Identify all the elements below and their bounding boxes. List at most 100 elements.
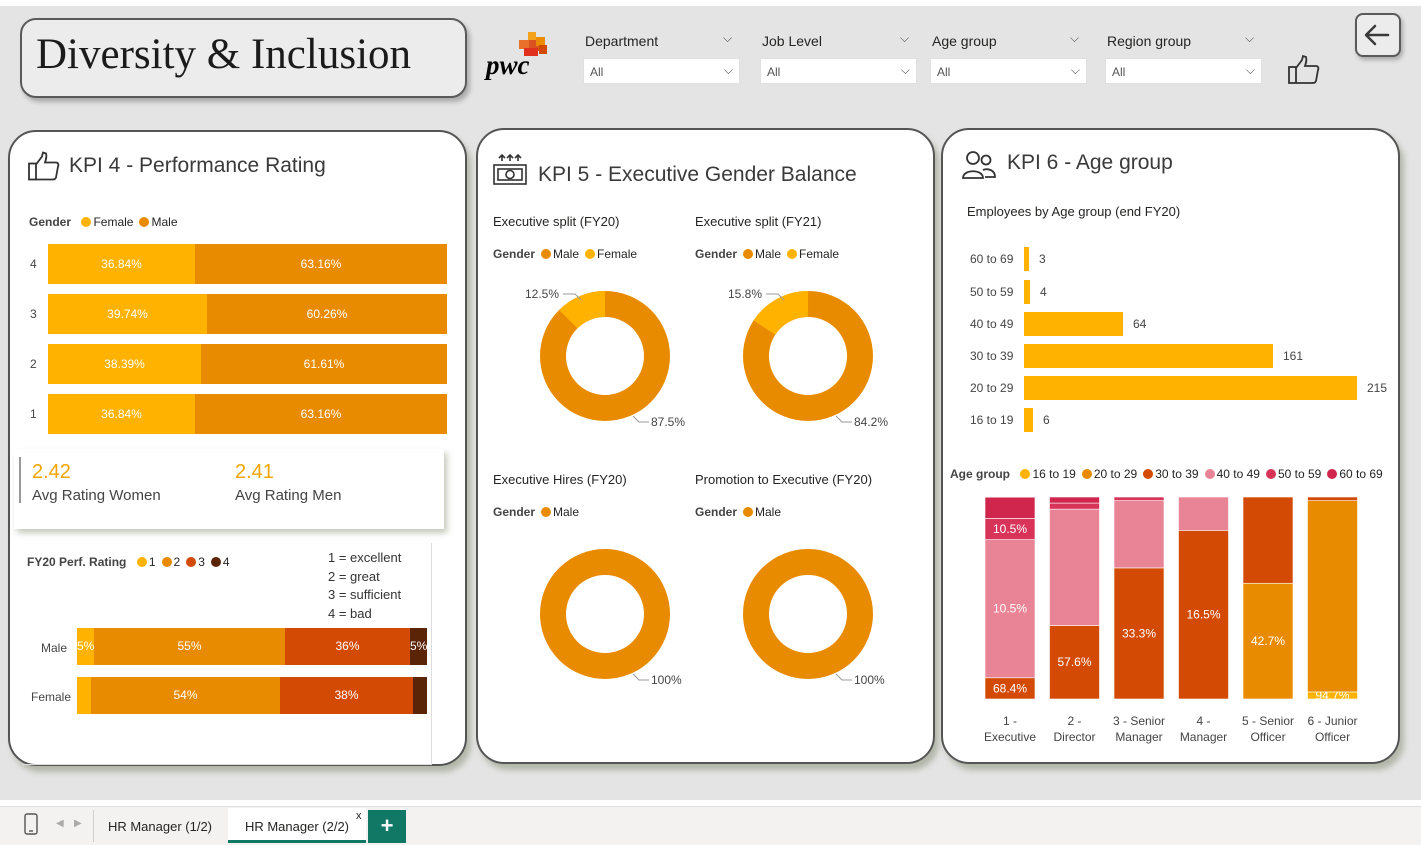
age-bar[interactable] bbox=[1024, 312, 1123, 336]
category-label: 5 - Senior bbox=[1242, 714, 1294, 728]
age-legend-dot bbox=[1020, 469, 1031, 479]
age-bar-value: 64 bbox=[1133, 317, 1147, 331]
filter-dropdown-3[interactable]: All ⌵ bbox=[1105, 58, 1262, 84]
age-axis-label: 16 to 19 bbox=[970, 413, 1014, 427]
stack-segment-label: 16.5% bbox=[1186, 608, 1220, 622]
category-label: 1 - bbox=[1003, 714, 1017, 728]
male-bar[interactable]: 60.26% bbox=[207, 294, 447, 334]
female-pct-label: 15.8% bbox=[728, 287, 762, 301]
age-axis-label: 20 to 29 bbox=[970, 381, 1014, 395]
add-page-button[interactable]: + bbox=[368, 810, 406, 843]
perf-segment[interactable]: 54% bbox=[91, 677, 280, 714]
stack-segment bbox=[1113, 496, 1165, 501]
stack-segment-label: 68.4% bbox=[993, 681, 1027, 695]
age-bar[interactable] bbox=[1024, 344, 1273, 368]
perf-segment[interactable]: 38% bbox=[280, 677, 413, 714]
perf-segment[interactable] bbox=[413, 677, 427, 714]
legend-title: Gender bbox=[29, 215, 72, 229]
category-label: Officer bbox=[1315, 730, 1350, 744]
female-bar[interactable]: 36.84% bbox=[48, 244, 195, 284]
mobile-layout-icon[interactable] bbox=[24, 813, 38, 840]
chevron-down-icon: ⌵ bbox=[900, 63, 910, 77]
age-legend-dot bbox=[1081, 469, 1092, 479]
age-bar[interactable] bbox=[1024, 280, 1030, 304]
rating-axis-label: 2 bbox=[30, 357, 37, 371]
top-strip bbox=[0, 0, 1421, 6]
tab-hr-manager-2[interactable]: HR Manager (2/2) bbox=[228, 808, 366, 843]
age-bar-value: 3 bbox=[1039, 252, 1046, 266]
rating-axis-label: 3 bbox=[30, 307, 37, 321]
pwc-logo: pwc bbox=[484, 30, 560, 88]
filter-header-chevron-icon[interactable]: ⌵ bbox=[1245, 31, 1254, 46]
category-label: 3 - Senior bbox=[1113, 714, 1165, 728]
close-tab-icon[interactable]: x bbox=[356, 810, 362, 822]
female-pct-label: 12.5% bbox=[525, 287, 559, 301]
back-button[interactable] bbox=[1355, 13, 1401, 57]
age-bar[interactable] bbox=[1024, 247, 1029, 271]
male-bar[interactable]: 63.16% bbox=[195, 394, 447, 434]
label-leader bbox=[632, 415, 649, 423]
stack-segment bbox=[984, 496, 1036, 519]
male-slice bbox=[540, 291, 670, 421]
kpi5-title: KPI 5 - Executive Gender Balance bbox=[538, 163, 857, 186]
female-bar[interactable]: 38.39% bbox=[48, 344, 201, 384]
male-pct-label: 87.5% bbox=[651, 415, 685, 429]
perf-segment[interactable]: 5% bbox=[77, 628, 94, 665]
rating-axis-label: 1 bbox=[30, 407, 37, 421]
filter-header-chevron-icon[interactable]: ⌵ bbox=[723, 31, 732, 46]
gender-legend-item: Female bbox=[81, 215, 133, 229]
female-bar[interactable]: 39.74% bbox=[48, 294, 207, 334]
perf-segment[interactable]: 5% bbox=[410, 628, 427, 665]
perf-note: 3 = sufficient bbox=[328, 587, 402, 602]
male-bar[interactable]: 63.16% bbox=[195, 244, 447, 284]
avg-rating-women-label: Avg Rating Women bbox=[32, 487, 161, 504]
tab-hr-manager-1[interactable]: HR Manager (1/2) bbox=[96, 808, 224, 843]
stack-segment-label: 10.5% bbox=[993, 522, 1027, 536]
filter-dropdown-2[interactable]: All ⌵ bbox=[930, 58, 1087, 84]
category-label: 4 - bbox=[1196, 714, 1210, 728]
filter-label-0: Department bbox=[585, 33, 659, 49]
age-axis-label: 40 to 49 bbox=[970, 317, 1014, 331]
age-bar-value: 6 bbox=[1043, 413, 1050, 427]
label-leader bbox=[632, 673, 649, 681]
kpi4-gender-legend: Gender Female Male bbox=[29, 213, 178, 231]
perf-segment[interactable] bbox=[77, 677, 91, 714]
perf-segment[interactable]: 55% bbox=[94, 628, 285, 665]
category-label: Director bbox=[1053, 730, 1095, 744]
perf-segment[interactable]: 36% bbox=[285, 628, 410, 665]
thumbs-up-icon[interactable] bbox=[1287, 54, 1321, 91]
perf-legend-item: 1 bbox=[136, 555, 156, 569]
filter-header-chevron-icon[interactable]: ⌵ bbox=[900, 31, 909, 46]
male-bar[interactable]: 61.61% bbox=[201, 344, 447, 384]
tab-prev-icon[interactable]: ◀ bbox=[56, 818, 64, 829]
female-bar[interactable]: 36.84% bbox=[48, 394, 195, 434]
stack-segment bbox=[1242, 496, 1294, 584]
donut-title: Promotion to Executive (FY20) bbox=[695, 472, 873, 487]
age-legend-dot bbox=[1204, 469, 1215, 479]
tab-divider bbox=[93, 810, 94, 842]
donut-title: Executive split (FY20) bbox=[493, 214, 620, 229]
kpi4-thumbs-icon bbox=[27, 150, 61, 188]
stack-segment-label: 57.6% bbox=[1057, 655, 1091, 669]
filter-dropdown-0[interactable]: All ⌵ bbox=[583, 58, 740, 84]
age-bar[interactable] bbox=[1024, 376, 1357, 400]
age-legend-item: 40 to 49 bbox=[1204, 467, 1260, 481]
donut-chart: 100% bbox=[743, 549, 885, 687]
page-title: Diversity & Inclusion bbox=[36, 31, 412, 78]
avg-rating-men-label: Avg Rating Men bbox=[235, 487, 342, 504]
label-leader bbox=[835, 673, 852, 681]
filter-header-chevron-icon[interactable]: ⌵ bbox=[1070, 31, 1079, 46]
gender-legend-dot bbox=[139, 217, 150, 227]
stack-segment bbox=[1307, 500, 1358, 693]
stack-segment bbox=[1113, 500, 1165, 569]
age-bar[interactable] bbox=[1024, 408, 1033, 432]
perf-note: 4 = bad bbox=[328, 605, 372, 621]
age-legend-dot bbox=[1265, 469, 1276, 479]
donut-chart: 15.8% 84.2% bbox=[728, 287, 888, 429]
filter-dropdown-1[interactable]: All ⌵ bbox=[760, 58, 917, 84]
tab-next-icon[interactable]: ▶ bbox=[74, 818, 82, 829]
gender-legend-item: Male bbox=[139, 215, 178, 229]
perf-legend-title: FY20 Perf. Rating bbox=[27, 555, 127, 569]
category-label: Executive bbox=[984, 730, 1036, 744]
category-label: 2 - bbox=[1067, 714, 1081, 728]
